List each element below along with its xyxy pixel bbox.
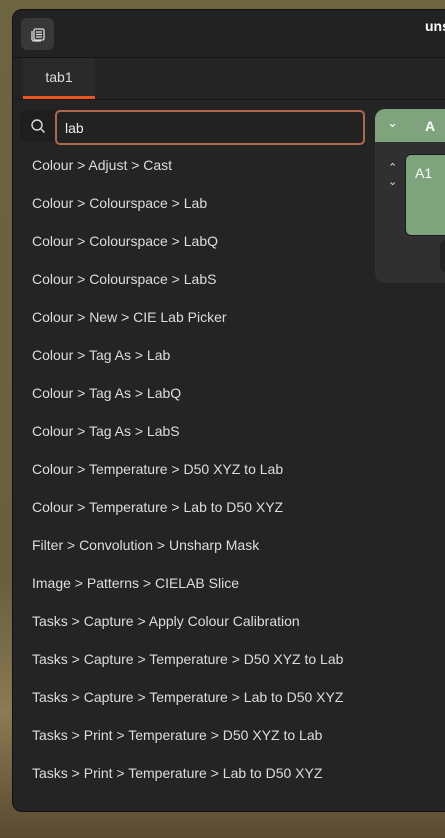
column-label: A <box>425 118 436 134</box>
column-header: ⌄ A <box>375 109 445 142</box>
search-icon <box>20 110 55 142</box>
cell-label: A1 <box>415 165 433 181</box>
results-list: Colour > Adjust > Cast Colour > Colourspa… <box>13 146 368 792</box>
result-item[interactable]: Tasks > Capture > Temperature > D50 XYZ … <box>13 640 368 678</box>
cell-tile[interactable]: A1 <box>405 154 445 236</box>
result-item[interactable]: Tasks > Print > Temperature > D50 XYZ to… <box>13 716 368 754</box>
window-title: uns <box>425 18 445 34</box>
result-item[interactable]: Colour > Temperature > Lab to D50 XYZ <box>13 488 368 526</box>
search-box <box>20 110 365 145</box>
result-item[interactable]: Tasks > Capture > Apply Colour Calibrati… <box>13 602 368 640</box>
main-window: uns tab1 Colour > Adjust > CastColour > … <box>12 9 445 812</box>
result-item[interactable]: Tasks > Print > Temperature > Lab to D50… <box>13 754 368 792</box>
result-item[interactable]: Colour > Tag As > LabQ <box>13 374 368 412</box>
result-item[interactable]: Colour > Temperature > D50 XYZ to Lab <box>13 450 368 488</box>
search-input[interactable] <box>55 110 365 145</box>
documents-icon <box>30 28 45 42</box>
tab-tab1[interactable]: tab1 <box>23 58 95 99</box>
result-item[interactable]: Colour > Tag As > Lab <box>13 336 368 374</box>
column-panel: ⌄ A ⌃ ⌄ A1 <box>375 109 445 283</box>
result-item[interactable]: Filter > Convolution > Unsharp Mask <box>13 526 368 564</box>
chevron-up-icon[interactable]: ⌃ <box>388 161 397 174</box>
menu-button[interactable] <box>21 18 54 50</box>
header-bar: uns <box>13 10 445 58</box>
result-item[interactable]: Colour > Colourspace > Lab <box>13 184 368 222</box>
result-item[interactable]: Colour > New > CIE Lab Picker <box>13 298 368 336</box>
result-item[interactable]: Colour > Adjust > Cast <box>13 146 368 184</box>
result-item[interactable]: Image > Patterns > CIELAB Slice <box>13 564 368 602</box>
chevron-down-icon[interactable]: ⌄ <box>387 115 398 131</box>
result-item[interactable]: Colour > Tag As > LabS <box>13 412 368 450</box>
tab-bar: tab1 <box>13 58 445 100</box>
panel-button[interactable] <box>440 240 445 272</box>
result-item[interactable]: Colour > Colourspace > LabS <box>13 260 368 298</box>
result-item[interactable]: Colour > Colourspace > LabQ <box>13 222 368 260</box>
result-item[interactable]: Tasks > Capture > Temperature > Lab to D… <box>13 678 368 716</box>
chevron-down-icon[interactable]: ⌄ <box>388 175 397 188</box>
